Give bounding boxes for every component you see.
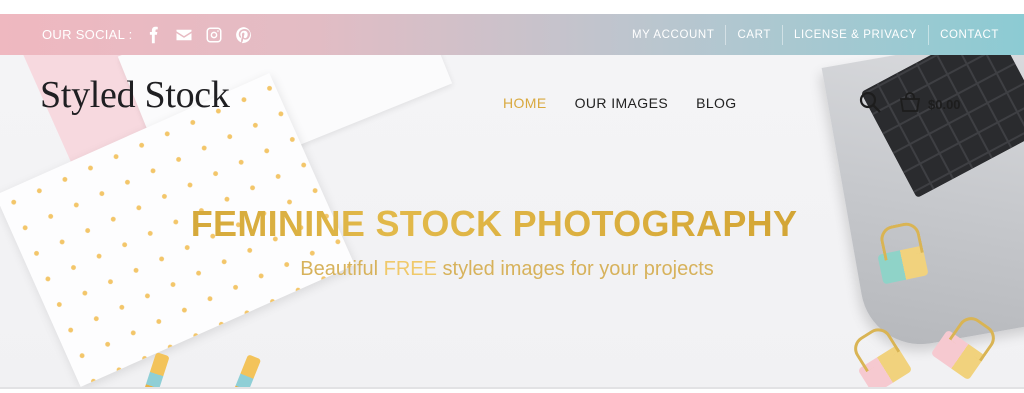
- decorative-pencil: [228, 354, 262, 388]
- social-label: OUR SOCIAL :: [42, 27, 133, 42]
- pinterest-icon[interactable]: [235, 26, 253, 44]
- header-actions: $0.00: [858, 90, 961, 119]
- hero-divider: [0, 387, 1024, 389]
- instagram-icon[interactable]: [205, 26, 223, 44]
- envelope-icon[interactable]: [175, 26, 193, 44]
- hero-headline: FEMININE STOCK PHOTOGRAPHY: [0, 203, 988, 245]
- social-links: OUR SOCIAL :: [42, 26, 253, 44]
- account-nav: MY ACCOUNT CART LICENSE & PRIVACY CONTAC…: [621, 14, 1010, 55]
- cart-icon[interactable]: [898, 90, 922, 119]
- main-nav: HOME OUR IMAGES BLOG: [503, 95, 737, 111]
- license-privacy-link[interactable]: LICENSE & PRIVACY: [783, 24, 930, 45]
- nav-home[interactable]: HOME: [503, 95, 547, 111]
- contact-link[interactable]: CONTACT: [929, 25, 1010, 45]
- decorative-binder-clip: [857, 345, 913, 388]
- tagline-text: Beautiful: [300, 258, 384, 280]
- top-bar: OUR SOCIAL : MY ACCOUNT CART LICENSE & P…: [0, 14, 1024, 55]
- my-account-link[interactable]: MY ACCOUNT: [621, 24, 727, 45]
- cart-link[interactable]: CART: [726, 24, 783, 45]
- nav-our-images[interactable]: OUR IMAGES: [575, 95, 668, 111]
- search-icon[interactable]: [858, 90, 882, 119]
- hero-tagline: Beautiful FREE styled images for your pr…: [0, 258, 1014, 281]
- nav-blog[interactable]: BLOG: [696, 95, 737, 111]
- tagline-text: styled images for your projects: [436, 258, 714, 280]
- tagline-highlight: FREE: [383, 258, 437, 280]
- facebook-icon[interactable]: [145, 26, 163, 44]
- site-logo[interactable]: Styled Stock: [40, 73, 230, 117]
- cart-total[interactable]: $0.00: [928, 97, 961, 112]
